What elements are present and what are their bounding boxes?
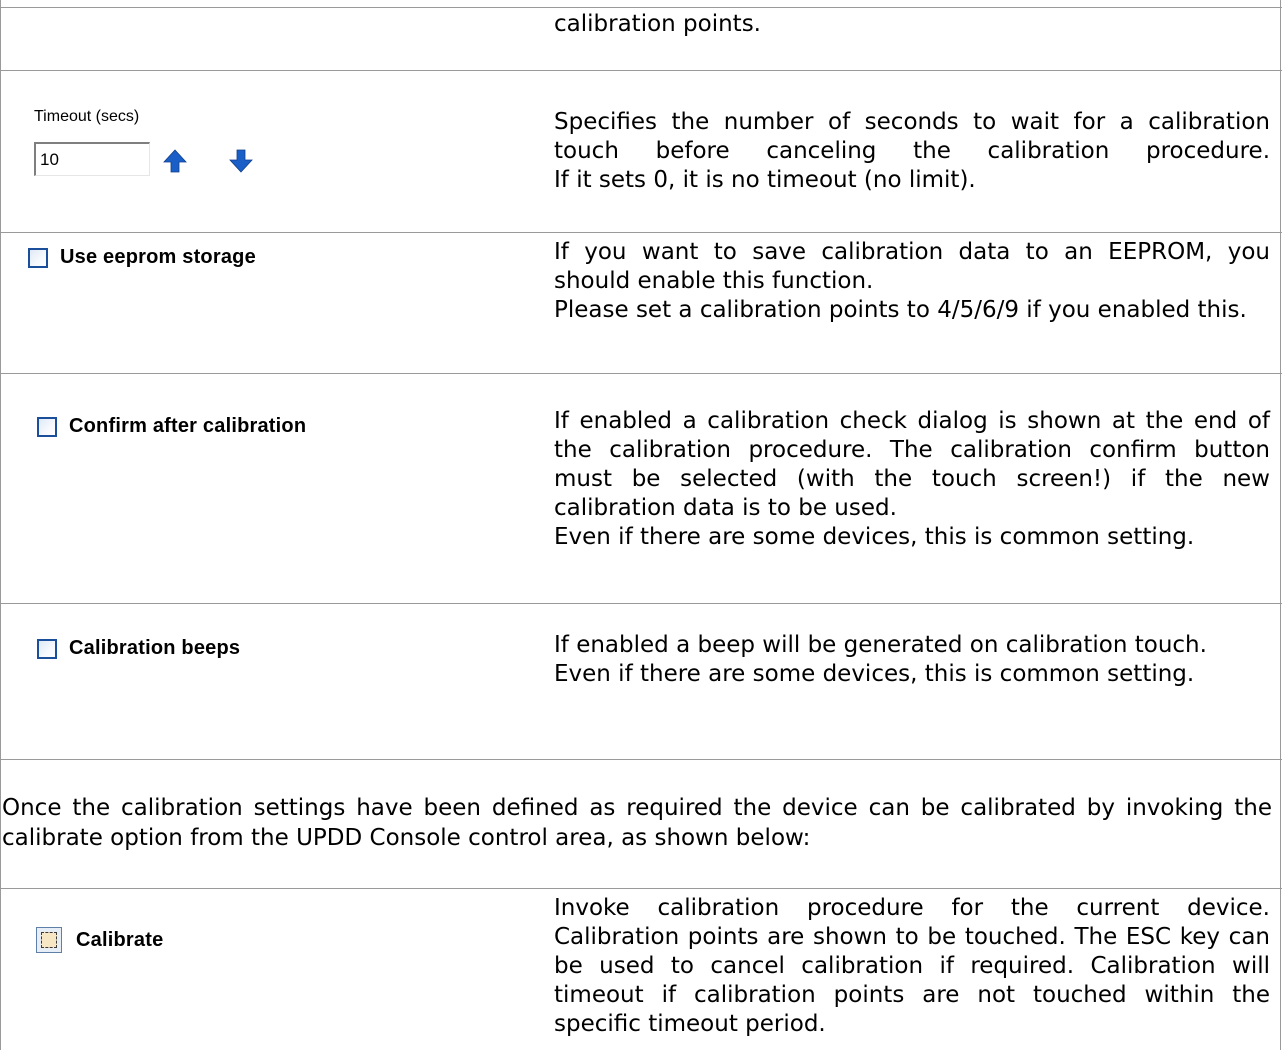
confirm-checkbox-control[interactable]: Confirm after calibration: [37, 415, 306, 438]
table-right-border: [1280, 0, 1281, 1050]
row-top-description: calibration points.: [554, 10, 1270, 39]
description-text: If you want to save calibration data to …: [554, 239, 1270, 294]
eeprom-checkbox-label: Use eeprom storage: [60, 246, 256, 268]
arrow-down-icon[interactable]: [228, 148, 254, 174]
calibrate-icon: [36, 927, 62, 953]
description-text: Even if there are some devices, this is …: [554, 524, 1195, 550]
description-text: If it sets 0, it is no timeout (no limit…: [554, 167, 976, 193]
row-divider: [0, 232, 1282, 233]
row-divider: [0, 373, 1282, 374]
row-timeout-description: Specifies the number of seconds to wait …: [554, 108, 1270, 195]
row-divider: [0, 603, 1282, 604]
row-divider: [0, 888, 1282, 889]
calibrate-label: Calibrate: [76, 928, 164, 951]
description-text: If enabled a calibration check dialog is…: [554, 408, 1270, 521]
timeout-input[interactable]: [34, 142, 150, 176]
beeps-checkbox-label: Calibration beeps: [69, 637, 241, 659]
confirm-checkbox[interactable]: [37, 416, 57, 437]
description-text: Even if there are some devices, this is …: [554, 661, 1195, 687]
description-text: Invoke calibration procedure for the cur…: [554, 895, 1270, 1037]
description-text: If enabled a beep will be generated on c…: [554, 632, 1207, 658]
timeout-label: Timeout (secs): [34, 108, 140, 125]
row-beeps-description: If enabled a beep will be generated on c…: [554, 631, 1270, 689]
row-divider: [0, 759, 1282, 760]
beeps-checkbox[interactable]: [37, 638, 57, 659]
row-calibrate-description: Invoke calibration procedure for the cur…: [554, 894, 1270, 1039]
eeprom-checkbox-control[interactable]: Use eeprom storage: [28, 246, 256, 269]
intro-paragraph: Once the calibration settings have been …: [2, 793, 1272, 853]
description-text: Please set a calibration points to 4/5/6…: [554, 297, 1247, 323]
row-eeprom-description: If you want to save calibration data to …: [554, 238, 1270, 325]
description-text: calibration points.: [554, 11, 761, 37]
calibrate-button[interactable]: Calibrate: [36, 927, 163, 953]
eeprom-checkbox[interactable]: [28, 247, 48, 268]
beeps-checkbox-control[interactable]: Calibration beeps: [37, 637, 240, 660]
row-confirm-description: If enabled a calibration check dialog is…: [554, 407, 1270, 552]
table-left-border: [0, 0, 1, 1050]
intro-text: Once the calibration settings have been …: [2, 795, 1272, 851]
document-page: calibration points. Timeout (secs) Speci…: [0, 0, 1282, 1050]
row-divider: [0, 7, 1282, 8]
confirm-checkbox-label: Confirm after calibration: [69, 415, 307, 437]
description-text: Specifies the number of seconds to wait …: [554, 109, 1270, 164]
arrow-up-icon[interactable]: [162, 148, 188, 174]
row-divider: [0, 70, 1282, 71]
